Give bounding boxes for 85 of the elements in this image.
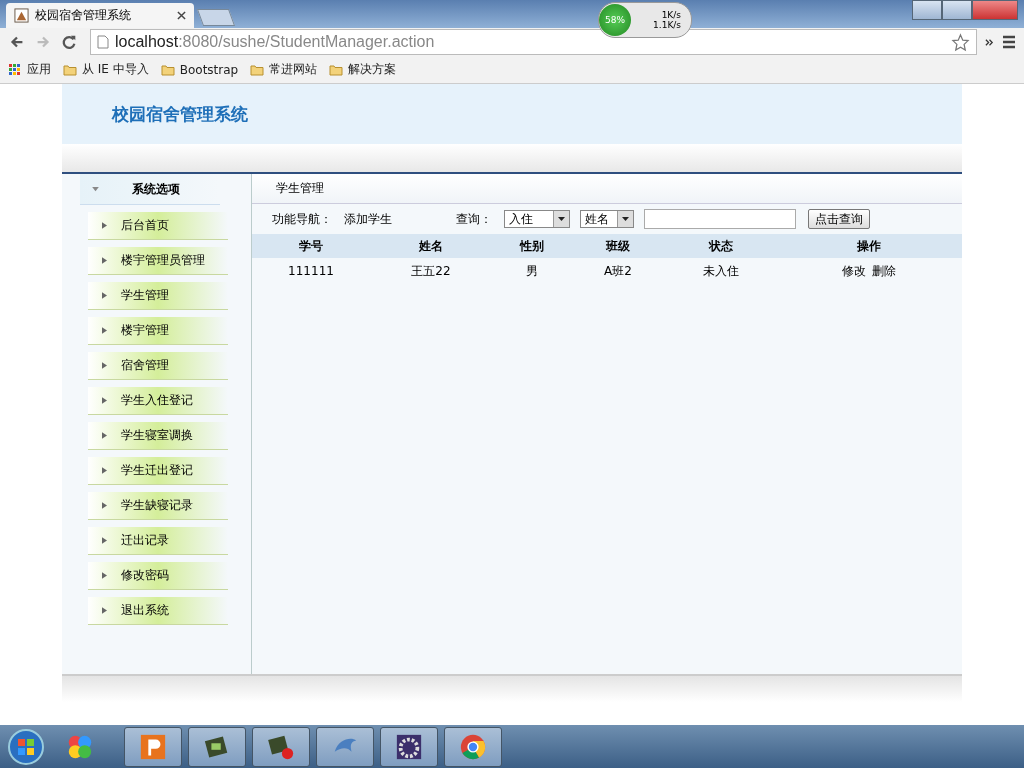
query-label: 查询：: [456, 210, 492, 228]
caret-icon: [102, 222, 107, 229]
add-student-link[interactable]: 添加学生: [344, 210, 392, 228]
bookmark[interactable]: 从 IE 中导入: [63, 61, 149, 78]
sidebar-item[interactable]: 修改密码: [88, 562, 228, 590]
taskbar-button[interactable]: [188, 726, 246, 767]
folder-icon: [160, 63, 175, 76]
nav-label: 功能导航：: [272, 210, 332, 228]
cpu-gauge: 58%: [599, 4, 631, 36]
field-dropdown[interactable]: 姓名: [580, 210, 634, 228]
caret-icon: [102, 397, 107, 404]
new-tab-button[interactable]: [196, 9, 236, 26]
sidebar-item[interactable]: 学生缺寝记录: [88, 492, 228, 520]
section-title: 学生管理: [276, 180, 324, 197]
tab-title: 校园宿舍管理系统: [35, 7, 132, 24]
caret-icon: [102, 502, 107, 509]
caret-icon: [102, 257, 107, 264]
sidebar-item[interactable]: 迁出记录: [88, 527, 228, 555]
site-title: 校园宿舍管理系统: [112, 102, 248, 126]
bookmark[interactable]: 应用: [8, 61, 51, 78]
sidebar-heading-text: 系统选项: [132, 180, 180, 198]
sidebar-item[interactable]: 学生管理: [88, 282, 228, 310]
sidebar-item[interactable]: 学生入住登记: [88, 387, 228, 415]
maximize-button[interactable]: [942, 0, 972, 20]
menu-icon[interactable]: [1002, 35, 1016, 49]
folder-icon: [329, 63, 344, 76]
caret-icon: [102, 607, 107, 614]
url-text: localhost:8080/sushe/StudentManager.action: [115, 33, 436, 51]
sidebar-item[interactable]: 楼宇管理: [88, 317, 228, 345]
taskbar-button[interactable]: [444, 726, 502, 767]
taskbar-button[interactable]: [252, 726, 310, 767]
sidebar-item[interactable]: 宿舍管理: [88, 352, 228, 380]
caret-icon: [102, 292, 107, 299]
row-action-link[interactable]: 修改: [842, 262, 866, 280]
folder-icon: [250, 63, 265, 76]
caret-icon: [102, 467, 107, 474]
presentation-icon: [139, 732, 167, 761]
column-header: 操作: [856, 237, 882, 255]
caret-icon: [102, 537, 107, 544]
column-header: 姓名: [418, 237, 444, 255]
bookmark[interactable]: 常进网站: [250, 61, 318, 78]
more-icon[interactable]: [985, 37, 994, 47]
column-header: 班级: [604, 237, 631, 255]
caret-icon: [102, 362, 107, 369]
taskbar-button[interactable]: [316, 726, 374, 767]
star-icon[interactable]: [951, 32, 970, 52]
column-header: 状态: [707, 237, 734, 255]
page-icon: [97, 35, 109, 49]
table-cell-text: 男: [525, 262, 539, 280]
table-cell-text: 111111: [287, 264, 335, 278]
folder-icon: [63, 63, 77, 76]
column-header: 性别: [518, 237, 545, 255]
taskbar-button[interactable]: [380, 726, 438, 767]
table-cell-text: 未入住: [702, 262, 740, 280]
browser-tab[interactable]: 校园宿舍管理系统: [6, 3, 194, 28]
sidebar-item[interactable]: 楼宇管理员管理: [88, 247, 228, 275]
minimize-button[interactable]: [912, 0, 942, 20]
sidebar-item[interactable]: 退出系统: [88, 597, 228, 625]
download-rate: 1.1K/s: [653, 20, 681, 30]
page-icon: [14, 8, 29, 23]
search-field[interactable]: [644, 209, 796, 229]
chrome-icon: [459, 732, 487, 761]
taskbar-button[interactable]: [124, 726, 182, 767]
start-button[interactable]: [6, 726, 46, 767]
gear-icon: [395, 732, 423, 761]
caret-icon: [102, 432, 107, 439]
caret-icon: [102, 327, 107, 334]
address-bar[interactable]: localhost:8080/sushe/StudentManager.action: [90, 29, 977, 55]
search-button[interactable]: 点击查询: [808, 209, 870, 229]
row-action-link[interactable]: 删除: [872, 262, 896, 280]
apps-icon: [8, 63, 22, 76]
reload-icon[interactable]: [60, 33, 78, 51]
bookmark[interactable]: Bootstrap: [160, 62, 239, 77]
status-dropdown[interactable]: 入住: [504, 210, 570, 228]
upload-rate: 1K/s: [661, 10, 681, 20]
collapse-icon: [92, 186, 99, 192]
bookmark[interactable]: 解决方案: [329, 61, 397, 78]
table-cell-text: A班2: [603, 262, 633, 280]
sidebar-item[interactable]: 学生寝室调换: [88, 422, 228, 450]
caret-icon: [102, 572, 107, 579]
sidebar-item[interactable]: 后台首页: [88, 212, 228, 240]
close-icon[interactable]: [177, 11, 186, 20]
table-cell-text: 王五22: [410, 262, 452, 280]
column-header: 学号: [298, 237, 324, 255]
sidebar-item[interactable]: 学生迁出登记: [88, 457, 228, 485]
